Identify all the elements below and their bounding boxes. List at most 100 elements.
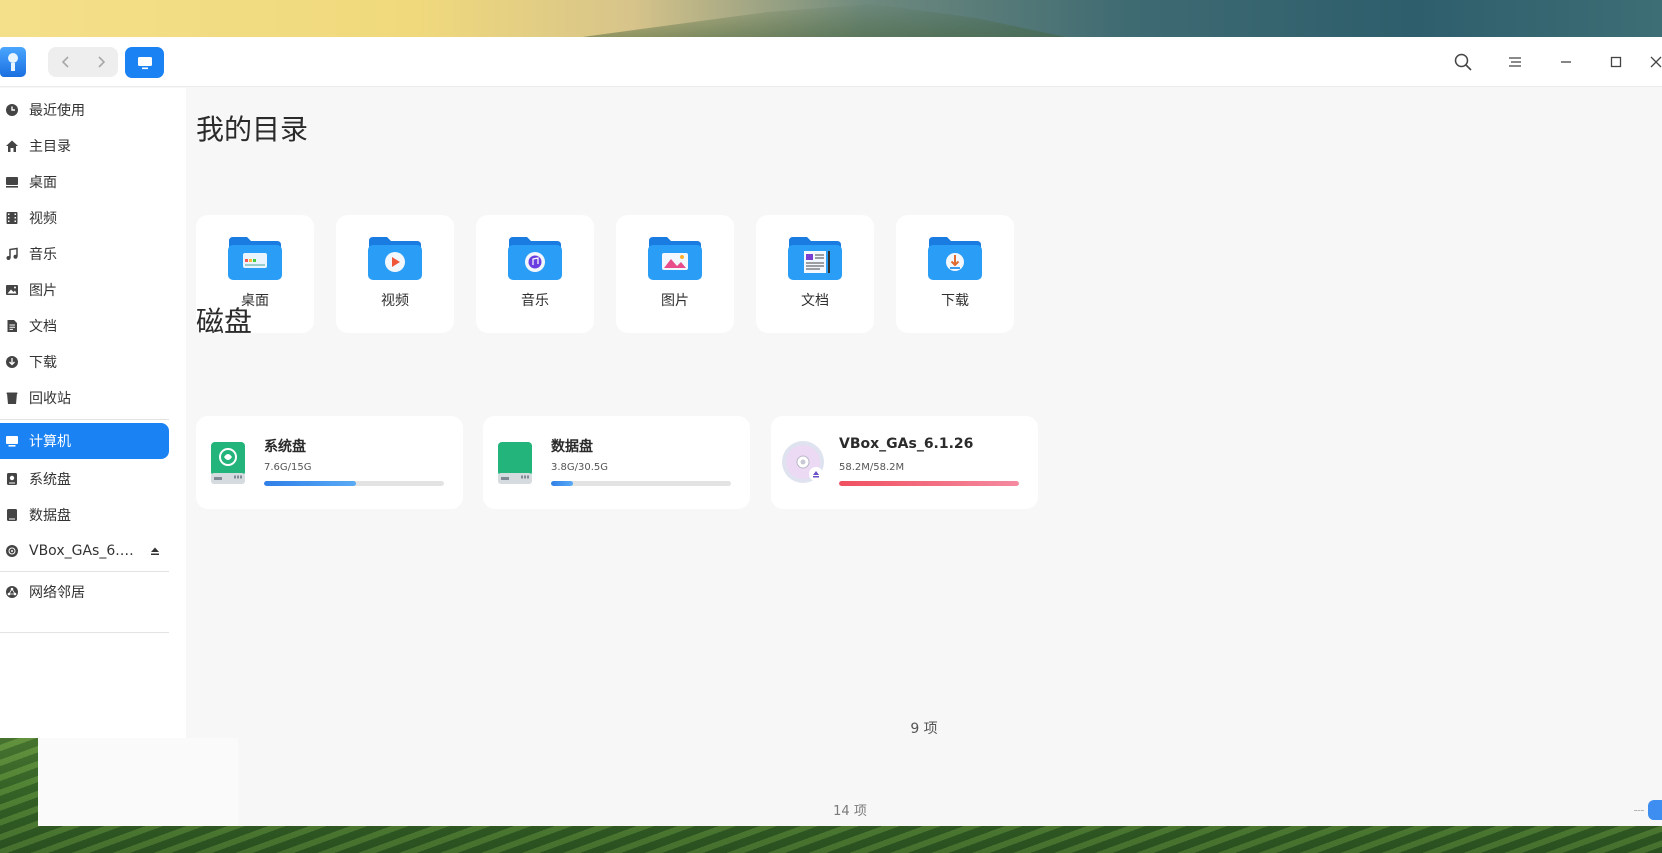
film-icon — [4, 210, 20, 226]
sidebar: 最近使用 主目录 桌面 视频 音乐 图片 文档 下载 回收站 计算机 系统盘 数… — [0, 88, 186, 738]
directory-name: 图片 — [661, 293, 689, 309]
computer-icon — [137, 56, 152, 69]
optical-disc-icon — [782, 441, 824, 483]
disk-icon — [4, 507, 20, 523]
back-button[interactable] — [48, 47, 83, 77]
disk-usage-fill — [264, 481, 356, 486]
sidebar-item-vbox-disc[interactable]: VBox_GAs_6.1… — [0, 533, 169, 569]
desktop-folder-icon — [228, 237, 282, 280]
chevron-left-icon — [61, 56, 69, 68]
sidebar-item-documents[interactable]: 文档 — [0, 308, 169, 344]
disk-card-system[interactable]: 系统盘 7.6G/15G — [196, 416, 463, 509]
directory-card-videos[interactable]: 视频 — [336, 215, 454, 333]
video-folder-icon — [368, 237, 422, 280]
sidebar-item-label: 图片 — [29, 283, 57, 299]
eject-icon[interactable] — [150, 544, 160, 560]
document-icon — [4, 318, 20, 334]
titlebar — [0, 37, 1662, 87]
background-file-manager-window[interactable]: 14 项 — [38, 738, 1662, 826]
menu-icon — [1509, 57, 1521, 67]
home-icon — [4, 138, 20, 154]
sidebar-item-label: VBox_GAs_6.1… — [29, 543, 141, 559]
sidebar-divider — [0, 571, 169, 572]
disk-usage-bar — [551, 481, 731, 486]
close-icon — [1650, 56, 1662, 68]
directory-name: 视频 — [381, 293, 409, 309]
downloads-folder-icon — [928, 237, 982, 280]
picture-icon — [4, 282, 20, 298]
minimize-button[interactable] — [1548, 37, 1584, 87]
disk-icon — [4, 471, 20, 487]
network-icon — [4, 584, 20, 600]
minimize-icon — [1561, 61, 1571, 63]
my-directories-title: 我的目录 — [196, 113, 309, 146]
disk-name: 系统盘 — [264, 439, 306, 455]
sidebar-item-label: 计算机 — [29, 434, 71, 450]
documents-folder-icon — [788, 237, 842, 280]
disk-usage-fill — [551, 481, 573, 486]
sidebar-item-label: 主目录 — [29, 139, 71, 155]
forward-button[interactable] — [83, 47, 118, 77]
file-manager-icon[interactable] — [0, 47, 26, 77]
disk-usage-bar — [264, 481, 444, 486]
search-button[interactable] — [1445, 37, 1481, 87]
sidebar-item-label: 下载 — [29, 355, 57, 371]
disk-name: 数据盘 — [551, 439, 593, 455]
sidebar-item-pictures[interactable]: 图片 — [0, 272, 169, 308]
sidebar-item-label: 数据盘 — [29, 508, 71, 524]
sidebar-item-data-disk[interactable]: 数据盘 — [0, 497, 169, 533]
sidebar-item-trash[interactable]: 回收站 — [0, 380, 169, 416]
sidebar-item-label: 桌面 — [29, 175, 57, 191]
sidebar-divider — [0, 632, 169, 633]
directory-card-documents[interactable]: 文档 — [756, 215, 874, 333]
trash-icon — [4, 390, 20, 406]
sidebar-item-network[interactable]: 网络邻居 — [0, 574, 169, 610]
sidebar-item-desktop[interactable]: 桌面 — [0, 164, 169, 200]
sidebar-item-label: 系统盘 — [29, 472, 71, 488]
disk-size: 7.6G/15G — [264, 462, 312, 473]
sidebar-item-label: 回收站 — [29, 391, 71, 407]
sidebar-item-label: 音乐 — [29, 247, 57, 263]
clock-icon — [4, 102, 20, 118]
maximize-button[interactable] — [1598, 37, 1634, 87]
computer-view-button[interactable] — [125, 47, 164, 78]
navigation-buttons — [48, 47, 118, 77]
directory-card-downloads[interactable]: 下载 — [896, 215, 1014, 333]
sidebar-item-videos[interactable]: 视频 — [0, 200, 169, 236]
sidebar-item-recent[interactable]: 最近使用 — [0, 92, 169, 128]
sidebar-item-music[interactable]: 音乐 — [0, 236, 169, 272]
main-content: 我的目录 桌面 视频 音乐 图片 文档 下载 磁盘 系统盘 7.6G/15G 数… — [186, 88, 1662, 738]
item-count: 9 项 — [910, 721, 938, 737]
sidebar-item-home[interactable]: 主目录 — [0, 128, 169, 164]
file-manager-window: 最近使用 主目录 桌面 视频 音乐 图片 文档 下载 回收站 计算机 系统盘 数… — [0, 37, 1662, 738]
music-folder-icon — [508, 237, 562, 280]
maximize-icon — [1610, 56, 1622, 68]
optical-disc-icon — [4, 543, 20, 559]
system-disk-icon — [211, 442, 245, 484]
close-button[interactable] — [1650, 37, 1662, 87]
disk-size: 58.2M/58.2M — [839, 462, 905, 473]
directory-name: 下载 — [941, 293, 969, 309]
sidebar-item-downloads[interactable]: 下载 — [0, 344, 169, 380]
sidebar-item-computer[interactable]: 计算机 — [0, 423, 169, 459]
sidebar-item-label: 文档 — [29, 319, 57, 335]
sidebar-item-label: 视频 — [29, 211, 57, 227]
background-scroll-dots — [1634, 810, 1644, 811]
disk-card-data[interactable]: 数据盘 3.8G/30.5G — [483, 416, 750, 509]
disk-usage-bar — [839, 481, 1019, 486]
directory-card-music[interactable]: 音乐 — [476, 215, 594, 333]
sidebar-item-label: 网络邻居 — [29, 585, 85, 601]
sidebar-item-system-disk[interactable]: 系统盘 — [0, 461, 169, 497]
menu-button[interactable] — [1497, 37, 1533, 87]
background-item-count: 14 项 — [833, 804, 867, 819]
sidebar-divider — [0, 419, 169, 420]
pictures-folder-icon — [648, 237, 702, 280]
disk-card-vbox[interactable]: VBox_GAs_6.1.26 58.2M/58.2M — [771, 416, 1038, 509]
download-icon — [4, 354, 20, 370]
disk-size: 3.8G/30.5G — [551, 462, 609, 473]
background-scroll-handle[interactable] — [1648, 800, 1662, 820]
directory-name: 文档 — [801, 293, 829, 309]
computer-icon — [4, 433, 20, 449]
directory-card-pictures[interactable]: 图片 — [616, 215, 734, 333]
chevron-right-icon — [97, 56, 105, 68]
